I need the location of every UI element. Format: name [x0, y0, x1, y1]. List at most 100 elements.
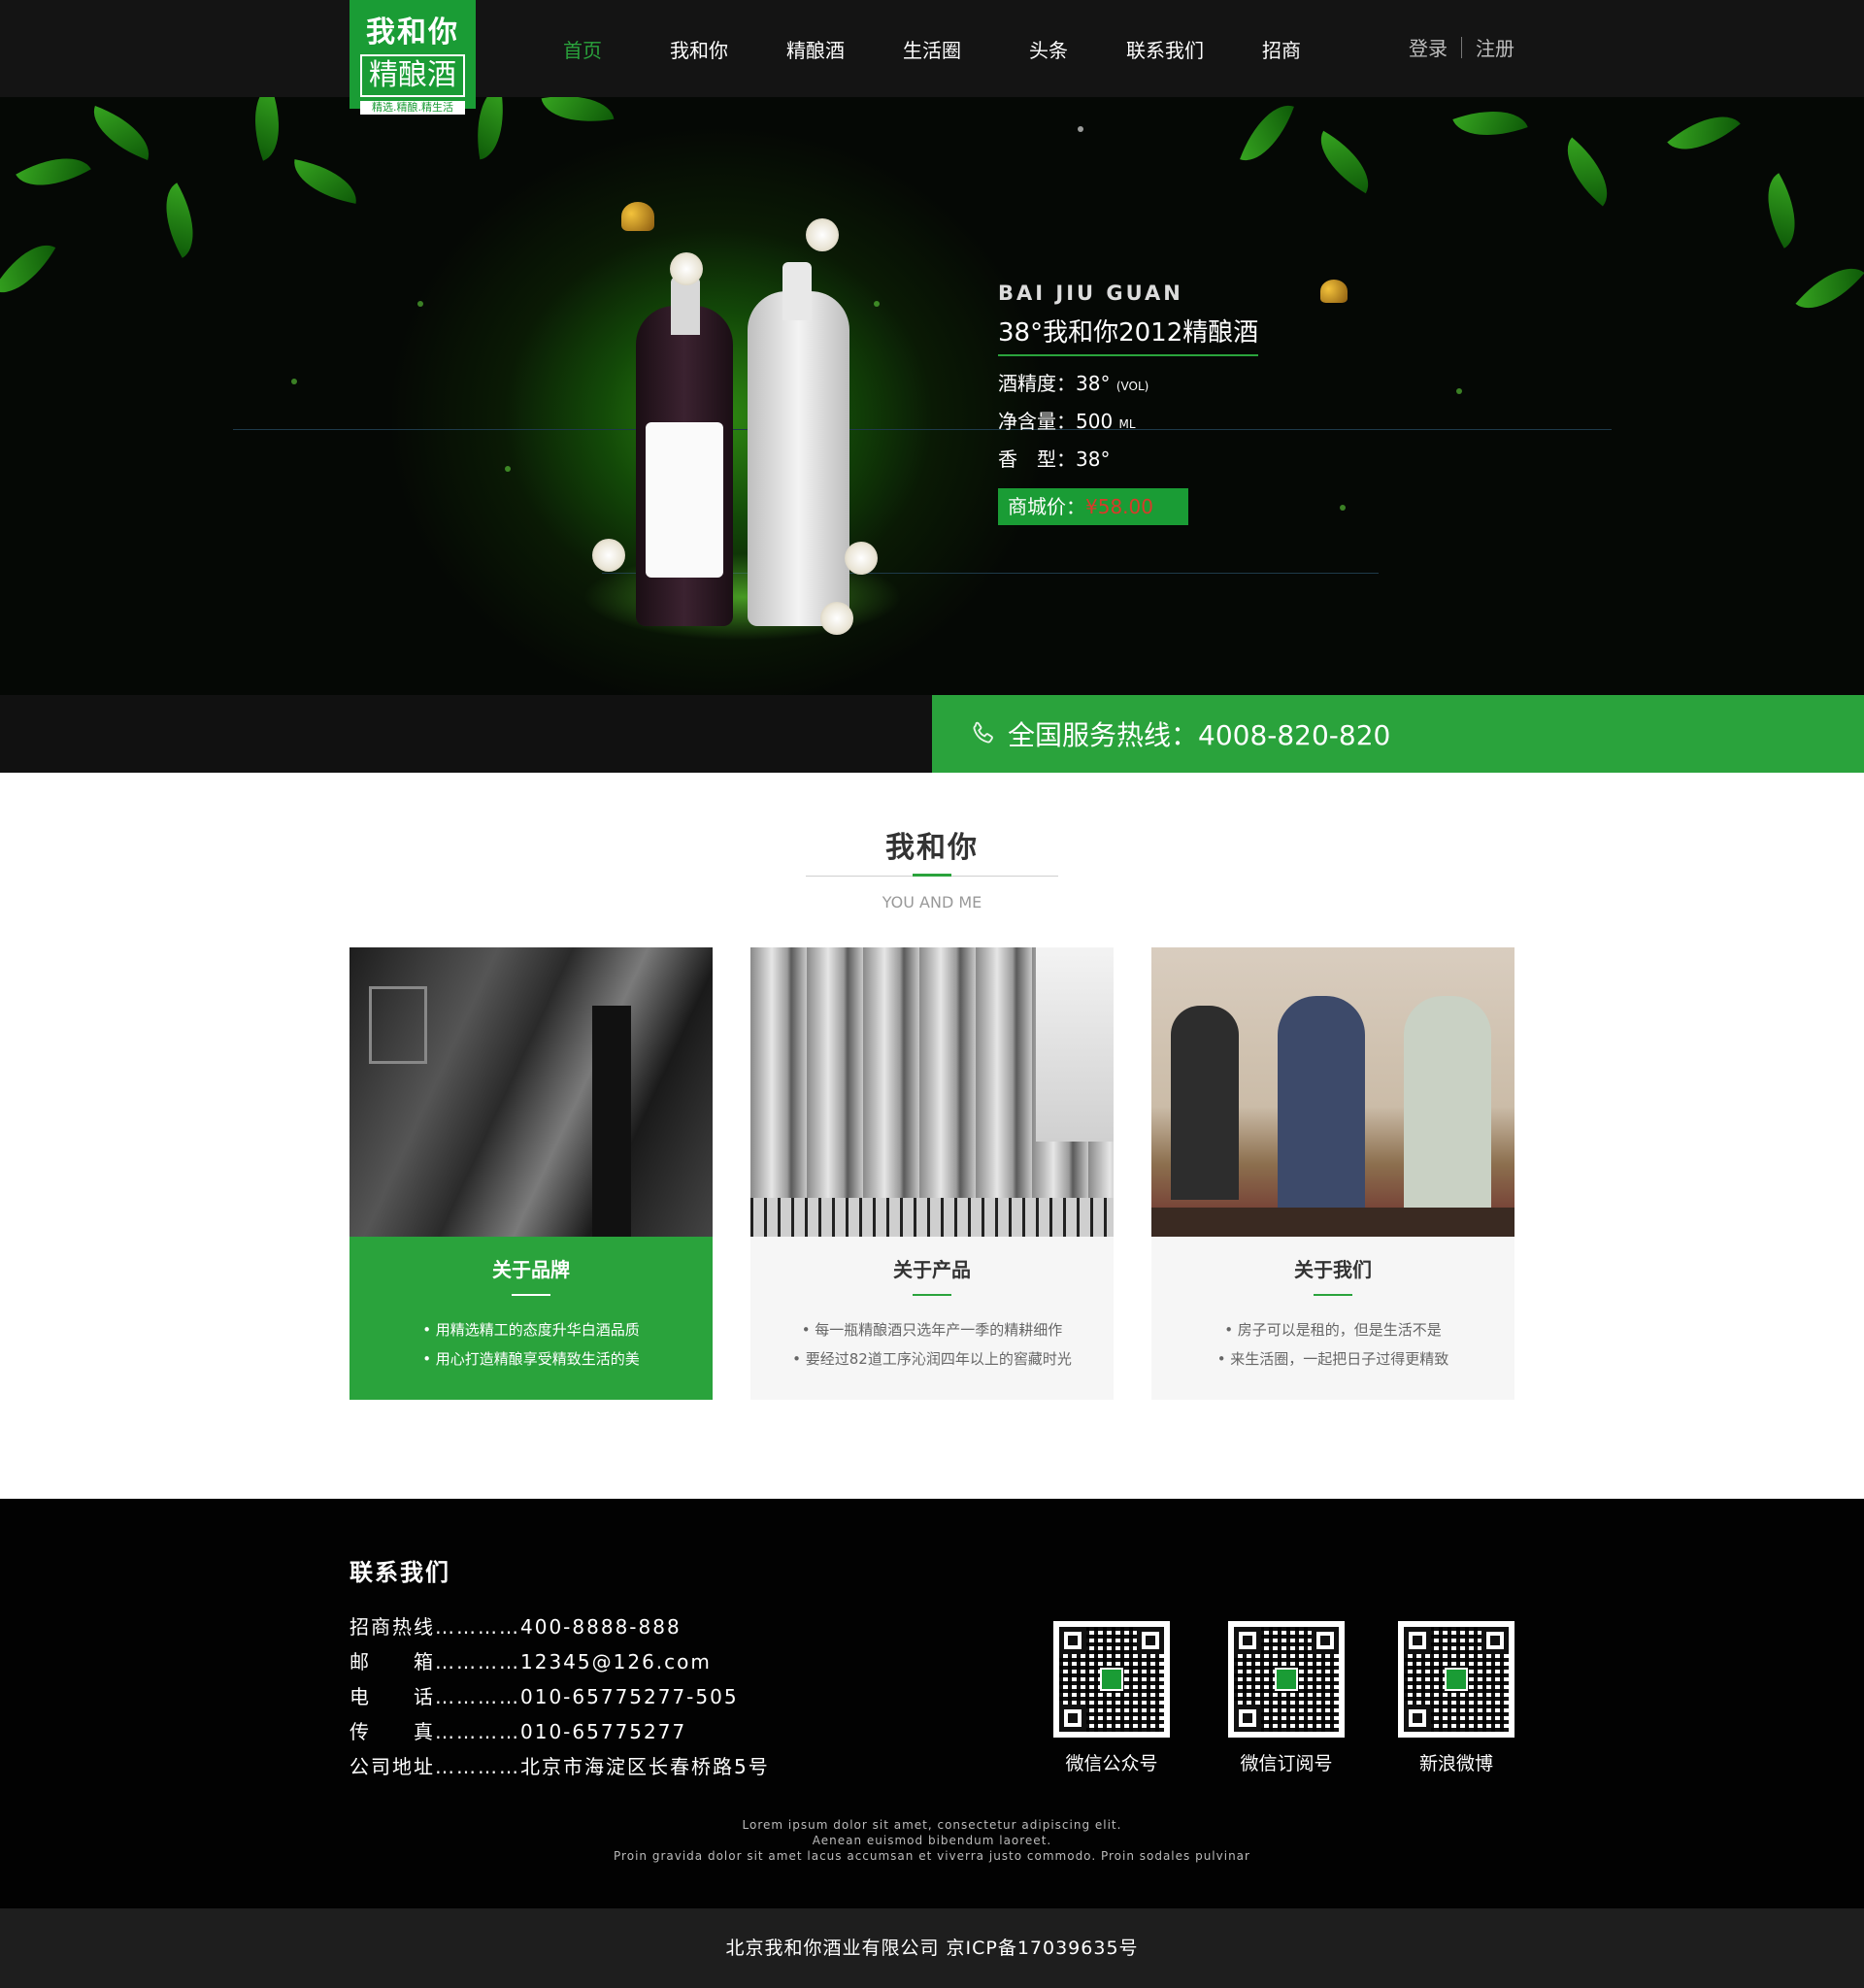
phone-icon: [973, 721, 993, 744]
leaf-decoration: [148, 182, 212, 258]
flower-decoration: [592, 539, 625, 572]
card-about-us[interactable]: 关于我们 • 房子可以是租的，但是生活不是 • 来生活圈，一起把日子过得更精致: [1151, 947, 1514, 1400]
contact-fax: 传 真…………010-65775277: [350, 1720, 687, 1743]
sparkle-dot: [505, 466, 511, 472]
nav-item-you-and-me[interactable]: 我和你: [641, 35, 757, 63]
logo-line2: 精酿酒: [360, 54, 465, 97]
hero-banner: BAI JIU GUAN 38°我和你2012精酿酒 酒精度：38° (VOL)…: [0, 97, 1864, 695]
qr-caption: 新浪微博: [1418, 1753, 1493, 1774]
site-footer: 联系我们 招商热线…………400-8888-888 邮 箱…………12345@1…: [0, 1499, 1864, 1908]
contact-list: 招商热线…………400-8888-888 邮 箱…………12345@126.co…: [350, 1609, 770, 1784]
contact-phone: 电 话…………010-65775277-505: [350, 1685, 739, 1708]
butterfly-icon: [621, 202, 654, 231]
leaf-decoration: [1667, 98, 1741, 168]
site-header: 我和你 精酿酒 精选.精酿.精生活 首页 我和你 精酿酒 生活圈 头条 联系我们…: [0, 0, 1864, 115]
leaf-decoration: [1240, 97, 1294, 171]
leaf-decoration: [240, 97, 294, 161]
leaf-decoration: [0, 231, 56, 307]
register-link[interactable]: 注册: [1476, 33, 1514, 61]
leaf-decoration: [541, 97, 615, 131]
sparkle-dot: [291, 379, 297, 384]
leaf-decoration: [1307, 130, 1382, 194]
price-label: 商城价：: [1008, 495, 1085, 518]
card-divider: [512, 1294, 550, 1296]
leaf-decoration: [1452, 97, 1528, 150]
product-specs: 酒精度：38° (VOL) 净含量：500 ML 香 型：38°: [998, 366, 1258, 477]
sparkle-dot: [417, 301, 423, 307]
about-section: 我和你 YOU AND ME 关于品牌 • 用精选精工的态度升华白酒品质 • 用…: [0, 773, 1864, 1499]
card-brand[interactable]: 关于品牌 • 用精选精工的态度升华白酒品质 • 用心打造精酿享受精致生活的美: [350, 947, 713, 1400]
qr-sina-weibo[interactable]: 新浪微博: [1398, 1621, 1514, 1775]
qr-code-icon: [1053, 1621, 1170, 1738]
card-bullet: • 房子可以是租的，但是生活不是: [1224, 1321, 1442, 1339]
section-subtitle: YOU AND ME: [882, 893, 982, 911]
nav-item-franchise[interactable]: 招商: [1223, 35, 1340, 63]
leaf-decoration: [1550, 137, 1624, 207]
price-button[interactable]: 商城价：¥58.00: [998, 488, 1188, 525]
login-link[interactable]: 登录: [1409, 33, 1448, 61]
sparkle-dot: [1456, 388, 1462, 394]
sparkle-dot: [874, 301, 880, 307]
nav-item-home[interactable]: 首页: [524, 35, 641, 63]
spec-row: 酒精度：38° (VOL): [998, 372, 1149, 395]
spec-row: 净含量：500 ML: [998, 410, 1136, 433]
qr-caption: 微信订阅号: [1240, 1753, 1333, 1774]
spec-row: 香 型：38°: [998, 447, 1111, 471]
card-bullet: • 用心打造精酿享受精致生活的美: [422, 1350, 640, 1368]
nav-item-headlines[interactable]: 头条: [990, 35, 1107, 63]
card-bullet: • 每一瓶精酿酒只选年产一季的精耕细作: [801, 1321, 1063, 1339]
card-bullet: • 来生活圈，一起把日子过得更精致: [1216, 1350, 1449, 1368]
footer-title: 联系我们: [350, 1559, 450, 1586]
logo-tagline: 精选.精酿.精生活: [360, 101, 465, 115]
nav-item-craft-liquor[interactable]: 精酿酒: [757, 35, 874, 63]
flower-decoration: [806, 218, 839, 251]
leaf-decoration: [83, 106, 159, 160]
banner-light-line: [233, 429, 1612, 430]
nav-item-lifestyle[interactable]: 生活圈: [874, 35, 990, 63]
flower-decoration: [845, 542, 878, 575]
qr-caption: 微信公众号: [1065, 1753, 1158, 1774]
flower-decoration: [670, 252, 703, 285]
hotline-bar: 全国服务热线：4008-820-820: [932, 695, 1864, 773]
card-divider: [1314, 1294, 1352, 1296]
auth-divider: [1461, 36, 1462, 58]
card-title: 关于品牌: [492, 1258, 570, 1281]
contact-hotline: 招商热线…………400-8888-888: [350, 1615, 682, 1639]
product-info: BAI JIU GUAN 38°我和你2012精酿酒 酒精度：38° (VOL)…: [998, 282, 1259, 525]
leaf-decoration: [1795, 251, 1864, 325]
sparkle-dot: [1078, 126, 1083, 132]
footer-lorem: Lorem ipsum dolor sit amet, consectetur …: [614, 1818, 1250, 1863]
dark-bottle-image: [636, 277, 733, 626]
section-title: 我和你: [885, 831, 979, 865]
copyright-bar: 北京我和你酒业有限公司 京ICP备17039635号: [0, 1908, 1864, 1988]
qr-code-icon: [1398, 1621, 1514, 1738]
sparkle-dot: [1340, 505, 1346, 511]
contact-address: 公司地址…………北京市海淀区长春桥路5号: [350, 1755, 770, 1778]
leaf-decoration: [16, 140, 91, 204]
fermentation-tanks-photo: [750, 947, 1114, 1237]
leaf-decoration: [1749, 173, 1814, 248]
card-divider: [913, 1294, 951, 1296]
auth-links: 登录 注册: [1409, 33, 1514, 61]
price-value: ¥58.00: [1085, 495, 1153, 518]
flower-decoration: [820, 602, 853, 635]
hotline-text: 全国服务热线：4008-820-820: [1008, 719, 1391, 751]
section-divider: [806, 874, 1058, 877]
site-logo[interactable]: 我和你 精酿酒 精选.精酿.精生活: [350, 0, 476, 115]
main-nav: 首页 我和你 精酿酒 生活圈 头条 联系我们 招商: [524, 0, 1340, 97]
logo-line1: 我和你: [366, 16, 459, 50]
butterfly-icon: [1320, 280, 1348, 303]
hotline-strip: 全国服务热线：4008-820-820: [0, 695, 1864, 773]
card-bullet: • 用精选精工的态度升华白酒品质: [422, 1321, 640, 1339]
qr-wechat-official[interactable]: 微信公众号: [1053, 1621, 1170, 1775]
contact-email[interactable]: 邮 箱…………12345@126.com: [350, 1644, 770, 1679]
leaf-decoration: [288, 159, 362, 204]
qr-wechat-subscription[interactable]: 微信订阅号: [1228, 1621, 1345, 1775]
product-title: 38°我和你2012精酿酒: [998, 313, 1259, 356]
card-title: 关于我们: [1294, 1258, 1372, 1281]
card-product[interactable]: 关于产品 • 每一瓶精酿酒只选年产一季的精耕细作 • 要经过82道工序沁润四年以…: [750, 947, 1114, 1400]
card-bullet: • 要经过82道工序沁润四年以上的窖藏时光: [792, 1350, 1072, 1368]
qr-code-icon: [1228, 1621, 1345, 1738]
nav-item-contact[interactable]: 联系我们: [1107, 35, 1223, 63]
light-bottle-image: [748, 262, 849, 626]
